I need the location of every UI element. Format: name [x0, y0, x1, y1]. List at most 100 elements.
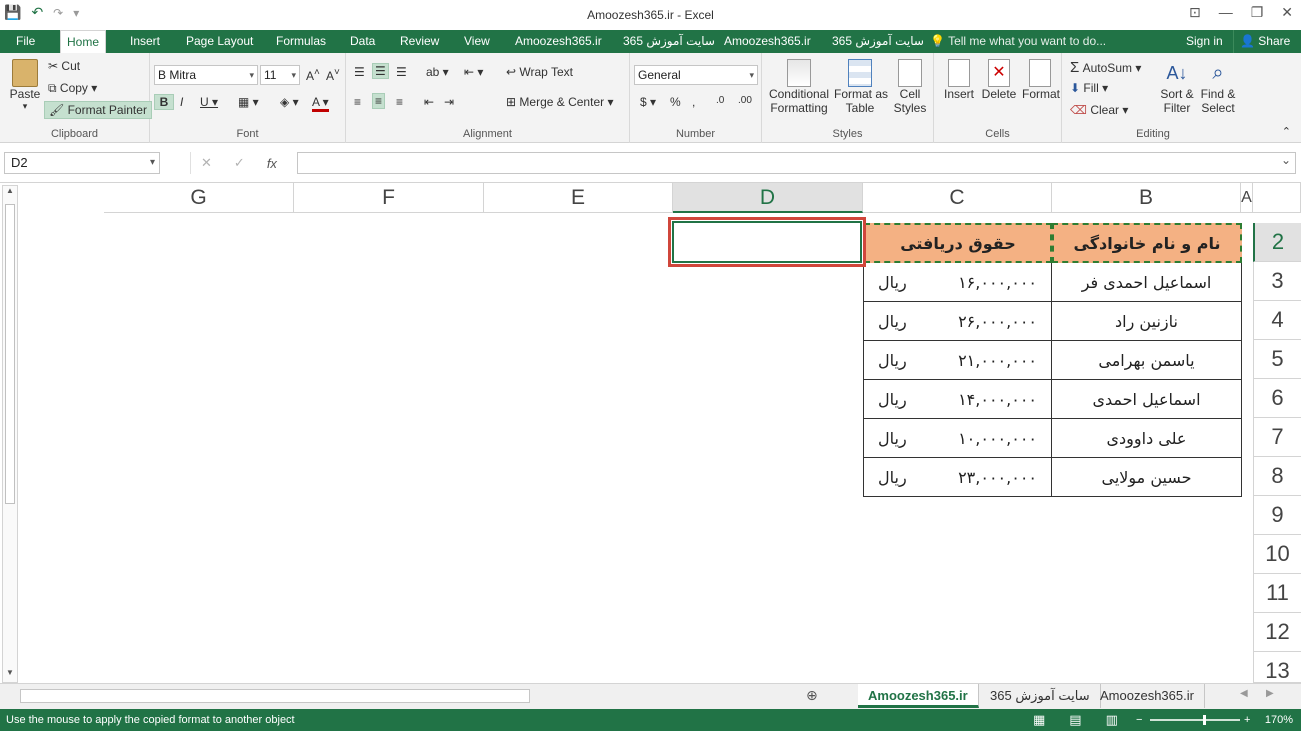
increase-decimal-icon[interactable]: .0: [716, 95, 724, 106]
zoom-level[interactable]: 170%: [1265, 709, 1293, 731]
rtl-icon[interactable]: ⇤ ▾: [464, 65, 483, 79]
row-header-10[interactable]: 10: [1253, 535, 1301, 574]
column-header-e[interactable]: E: [484, 183, 673, 213]
new-sheet-icon[interactable]: ⊕: [806, 687, 818, 704]
paste-dropdown-icon[interactable]: ▾: [8, 101, 42, 112]
tab-site-1[interactable]: سایت آموزش 365: [617, 30, 721, 53]
row-header-3[interactable]: 3: [1253, 262, 1301, 301]
align-middle-icon[interactable]: ☰: [372, 63, 389, 79]
sign-in-link[interactable]: Sign in: [1186, 30, 1223, 53]
column-header-g[interactable]: G: [104, 183, 294, 213]
salary-cell[interactable]: ریال ۲۳,۰۰۰,۰۰۰: [863, 458, 1052, 497]
decrease-indent-icon[interactable]: ⇤: [424, 95, 434, 109]
formula-input[interactable]: [297, 152, 1296, 174]
tab-review[interactable]: Review: [394, 30, 445, 53]
column-header-d[interactable]: D: [673, 183, 863, 213]
scroll-tabs-left-icon[interactable]: ◀: [1240, 688, 1248, 699]
sheet-tab-site[interactable]: سایت آموزش 365: [980, 684, 1101, 708]
tab-page-layout[interactable]: Page Layout: [180, 30, 259, 53]
header-cell-salary[interactable]: حقوق دریافتی: [864, 223, 1052, 263]
row-header-12[interactable]: 12: [1253, 613, 1301, 652]
align-top-icon[interactable]: ☰: [354, 65, 365, 79]
font-color-icon[interactable]: A ▾: [312, 95, 329, 112]
column-header-f[interactable]: F: [294, 183, 484, 213]
fill-button[interactable]: ⬇ Fill ▾: [1070, 81, 1108, 95]
align-bottom-icon[interactable]: ☰: [396, 65, 407, 79]
font-size-select[interactable]: 11: [260, 65, 300, 85]
name-box[interactable]: D2: [4, 152, 160, 174]
align-left-icon[interactable]: ≡: [354, 95, 361, 109]
decrease-decimal-icon[interactable]: .00: [738, 95, 752, 106]
column-header-a[interactable]: A: [1241, 183, 1253, 213]
percent-button[interactable]: %: [670, 95, 681, 109]
enter-icon[interactable]: ✓: [234, 155, 245, 171]
tab-home[interactable]: Home: [60, 30, 107, 54]
row-header-6[interactable]: 6: [1253, 379, 1301, 418]
borders-icon[interactable]: ▦ ▾: [238, 95, 259, 109]
minimize-icon[interactable]: —: [1219, 4, 1233, 21]
column-header-c[interactable]: C: [863, 183, 1052, 213]
bold-button[interactable]: B: [154, 94, 174, 110]
align-center-icon[interactable]: ≡: [372, 93, 386, 109]
italic-button[interactable]: I: [180, 95, 183, 109]
row-header-9[interactable]: 9: [1253, 496, 1301, 535]
find-select-button[interactable]: ⌕ Find & Select: [1198, 59, 1238, 115]
page-layout-view-icon[interactable]: ▤: [1069, 709, 1081, 731]
collapse-ribbon-icon[interactable]: ⌃: [1282, 125, 1291, 138]
decrease-font-icon[interactable]: A˅: [326, 67, 340, 83]
merge-center-button[interactable]: ⊞ Merge & Center ▾: [506, 95, 613, 109]
close-icon[interactable]: ✕: [1281, 4, 1293, 21]
scroll-thumb[interactable]: [5, 204, 15, 504]
salary-cell[interactable]: ریال ۱۶,۰۰۰,۰۰۰: [863, 263, 1052, 302]
format-as-table-button[interactable]: Format as Table: [834, 59, 888, 115]
worksheet-grid[interactable]: ▲ ▼ G F E D C B A 2 3 4 5 6 7 8 9 10 11 …: [0, 183, 1301, 683]
wrap-text-button[interactable]: ↩ Wrap Text: [506, 65, 573, 79]
fill-color-icon[interactable]: ◈ ▾: [280, 95, 299, 109]
vertical-scrollbar[interactable]: ▲ ▼: [2, 185, 18, 683]
row-header-7[interactable]: 7: [1253, 418, 1301, 457]
orientation-icon[interactable]: ab ▾: [426, 65, 449, 79]
tab-amoozesh-2[interactable]: Amoozesh365.ir: [718, 30, 817, 53]
salary-cell[interactable]: ریال ۲۶,۰۰۰,۰۰۰: [863, 302, 1052, 341]
salary-cell[interactable]: ریال ۱۰,۰۰۰,۰۰۰: [863, 419, 1052, 458]
column-header-b[interactable]: B: [1052, 183, 1241, 213]
active-cell-d2[interactable]: [668, 217, 866, 267]
zoom-in-icon[interactable]: +: [1244, 709, 1250, 731]
underline-button[interactable]: U ▾: [200, 95, 218, 109]
row-header-11[interactable]: 11: [1253, 574, 1301, 613]
name-cell[interactable]: اسماعیل احمدی فر: [1052, 263, 1242, 302]
tab-formulas[interactable]: Formulas: [270, 30, 332, 53]
tab-data[interactable]: Data: [344, 30, 381, 53]
share-button[interactable]: 👤 Share: [1233, 30, 1296, 53]
restore-icon[interactable]: ❐: [1251, 4, 1264, 21]
tab-site-2[interactable]: سایت آموزش 365: [826, 30, 930, 53]
horizontal-scrollbar[interactable]: [20, 689, 530, 703]
page-break-view-icon[interactable]: ▥: [1106, 709, 1118, 731]
row-header-8[interactable]: 8: [1253, 457, 1301, 496]
sheet-tab-amoozesh-2[interactable]: Amoozesh365.ir: [1090, 684, 1205, 708]
currency-button[interactable]: $ ▾: [640, 95, 656, 109]
row-header-2[interactable]: 2: [1253, 223, 1301, 262]
format-painter-button[interactable]: 🖌 Format Painter: [44, 101, 152, 119]
font-family-select[interactable]: B Mitra: [154, 65, 258, 85]
header-cell-name[interactable]: نام و نام خانوادگی: [1052, 223, 1242, 263]
ribbon-display-icon[interactable]: ⊡: [1189, 4, 1201, 21]
zoom-out-icon[interactable]: −: [1136, 709, 1142, 731]
delete-cells-button[interactable]: ✕ Delete: [980, 59, 1018, 101]
tab-file[interactable]: File: [10, 30, 41, 53]
copy-button[interactable]: ⧉ Copy ▾: [48, 81, 97, 96]
scroll-tabs-right-icon[interactable]: ▶: [1266, 688, 1274, 699]
tab-amoozesh-1[interactable]: Amoozesh365.ir: [509, 30, 608, 53]
cell-styles-button[interactable]: Cell Styles: [890, 59, 930, 115]
select-all-corner[interactable]: [1253, 183, 1301, 213]
increase-indent-icon[interactable]: ⇥: [444, 95, 454, 109]
name-cell[interactable]: نازنین راد: [1052, 302, 1242, 341]
scroll-down-icon[interactable]: ▼: [3, 668, 17, 682]
row-header-5[interactable]: 5: [1253, 340, 1301, 379]
sheet-tab-amoozesh[interactable]: Amoozesh365.ir: [858, 684, 979, 708]
sort-filter-button[interactable]: A↓ Sort & Filter: [1158, 59, 1196, 115]
number-format-select[interactable]: General: [634, 65, 758, 85]
align-right-icon[interactable]: ≡: [396, 95, 403, 109]
insert-function-icon[interactable]: fx: [267, 156, 277, 171]
format-cells-button[interactable]: Format: [1022, 59, 1060, 101]
